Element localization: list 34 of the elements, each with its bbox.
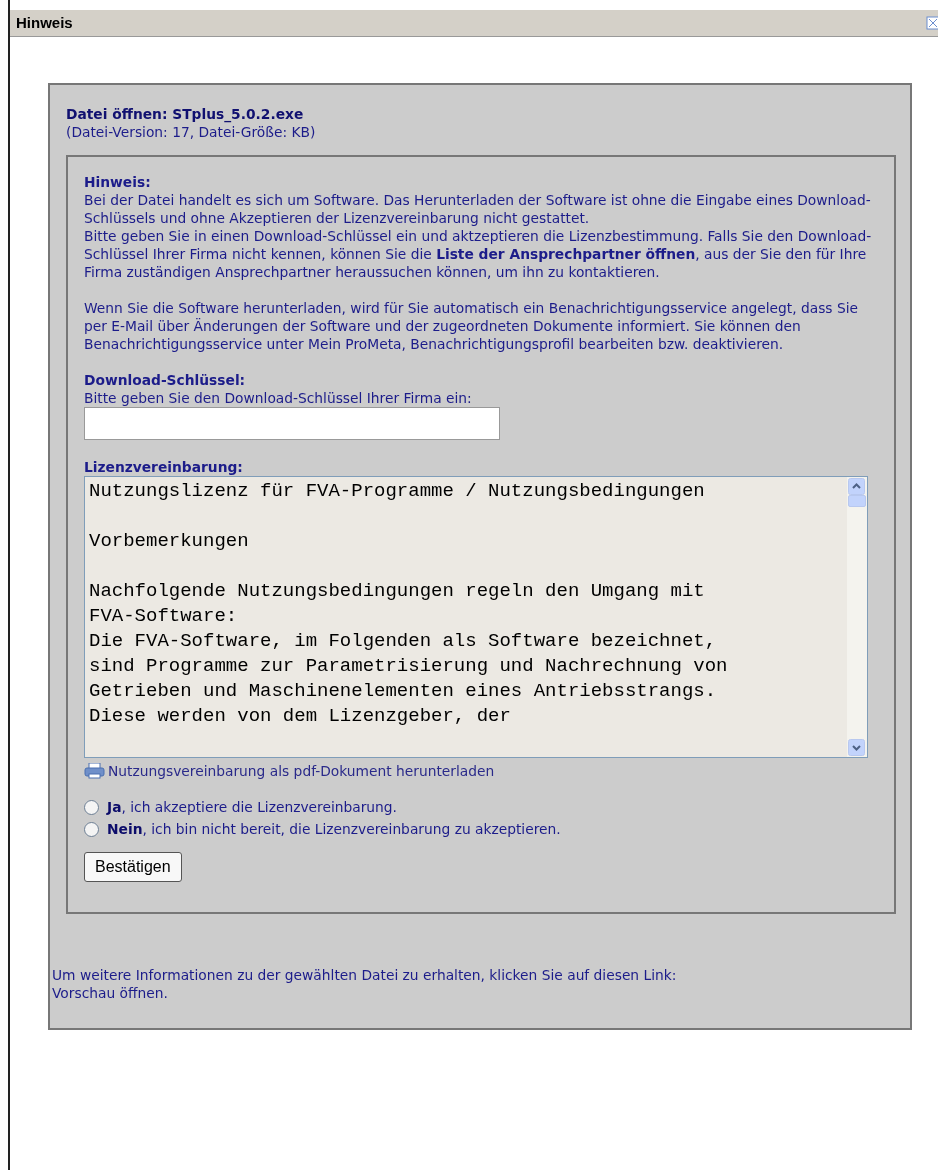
key-label: Download-Schlüssel:	[84, 371, 247, 389]
key-input-field[interactable]	[84, 407, 500, 440]
scroll-bar[interactable]	[847, 477, 867, 757]
pdf-download-link[interactable]: Nutzungsvereinbarung als pdf-Dokument herunterladen	[108, 762, 495, 780]
notice-paragraph: Bei der Datei handelt es sich um Software. Das Herunterladen der Software ist ohne die Eingabe eines Download-Schlüssels und ohne Akzeptieren der Lizenzvereinbarung nicht gestattet.	[84, 191, 872, 227]
license-label: Lizenzvereinbarung:	[84, 458, 244, 476]
license-text-line: Getrieben und Maschinenelementen eines Antriebsstrangs.	[89, 679, 718, 704]
file-meta: (Datei-Version: 17, Datei-Größe: KB)	[66, 123, 317, 141]
license-text-line: Die FVA-Software, im Folgenden als Software bezeichnet,	[89, 629, 718, 654]
key-hint: Bitte geben Sie den Download-Schlüssel Ihrer Firma ein:	[84, 389, 473, 407]
footer-text: Um weitere Informationen zu der gewählten Datei zu erhalten, klicken Sie auf diesen Link:	[52, 966, 678, 984]
license-text-line: Diese werden von dem Lizenzgeber, der	[89, 704, 512, 729]
license-text-line: Nutzungslizenz für FVA-Programme / Nutzungsbedingungen	[89, 479, 706, 504]
license-text-line: Vorbemerkungen	[89, 529, 250, 554]
scroll-up-icon[interactable]	[848, 478, 865, 495]
license-text-line: FVA-Software:	[89, 604, 239, 629]
notice-paragraph: Bitte geben Sie in einen Download-Schlüssel ein und aktzeptieren die Lizenzbestimmung. Falls Sie den Download-Schlüssel Ihrer Firma nicht kennen, können Sie die Liste der Ansprechpartner öffnen, aus der Sie den für Ihre Firma zuständigen Ansprechpartner heraussuchen können, um ihn zu kontaktieren.	[84, 227, 873, 281]
notice-heading: Hinweis:	[84, 173, 152, 191]
radio-button[interactable]	[84, 799, 99, 815]
radio-button[interactable]	[84, 821, 99, 837]
scroll-thumb[interactable]	[848, 495, 866, 507]
license-text-line: sind Programme zur Parametrisierung und Nachrechnung von	[89, 654, 729, 679]
scroll-down-icon[interactable]	[848, 739, 865, 756]
radio-label: Nein, ich bin nicht bereit, die Lizenzvereinbarung zu akzeptieren.	[107, 820, 561, 838]
license-text-line: Nachfolgende Nutzungsbedingungen regeln den Umgang mit	[89, 579, 706, 604]
file-heading: Datei öffnen: STplus_5.0.2.exe	[66, 105, 305, 123]
printer-icon	[84, 763, 106, 779]
radio-label: Ja, ich akzeptiere die Lizenzvereinbarung.	[107, 798, 397, 816]
confirm-button[interactable]: Bestätigen	[84, 852, 182, 882]
service-paragraph: Wenn Sie die Software herunterladen, wird für Sie automatisch ein Benachrichtigungsservice angelegt, dass Sie per E-Mail über Änderungen der Software und der zugeordneten Dokumente informiert. Sie können den Benachrichtigungsservice unter Mein ProMeta, Benachrichtigungsprofil bearbeiten bzw. deaktivieren.	[84, 299, 860, 353]
license-text-area[interactable]	[84, 476, 868, 758]
window-title: Hinweis	[16, 14, 73, 32]
close-icon[interactable]	[926, 16, 938, 30]
preview-link[interactable]: Vorschau öffnen.	[52, 984, 168, 1002]
